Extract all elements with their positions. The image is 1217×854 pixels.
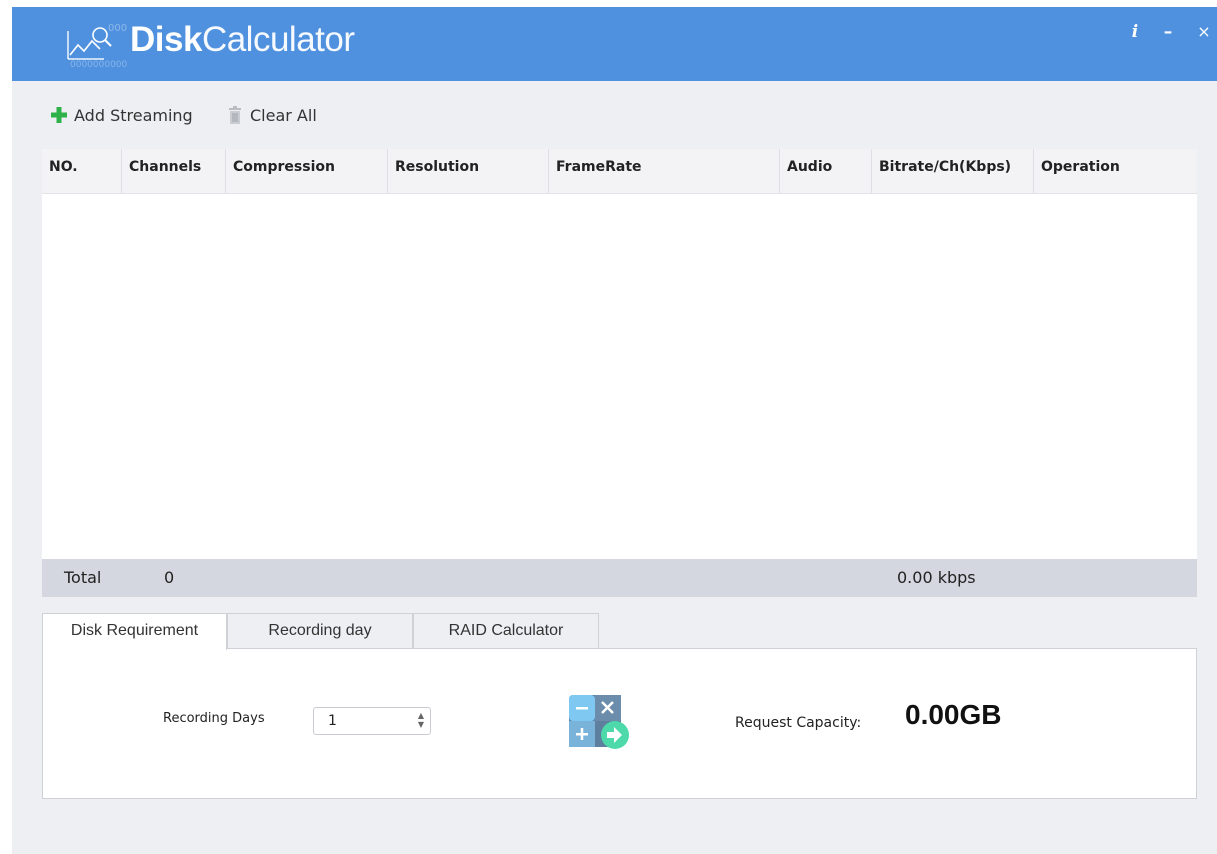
title-bar: 000 0000000000 DiskCalculator i – × <box>12 7 1217 81</box>
table-header: NO. Channels Compression Resolution Fram… <box>42 149 1197 194</box>
svg-text:0000000000: 0000000000 <box>70 60 128 67</box>
spin-down-icon[interactable]: ▼ <box>416 720 426 729</box>
streaming-table: NO. Channels Compression Resolution Fram… <box>42 149 1197 563</box>
add-streaming-label: Add Streaming <box>74 105 193 125</box>
total-label: Total <box>64 568 102 587</box>
total-count: 0 <box>164 568 175 587</box>
spin-arrows[interactable]: ▲ ▼ <box>416 711 426 731</box>
svg-text:000: 000 <box>108 23 127 34</box>
calculate-icon[interactable] <box>569 695 633 751</box>
trash-icon <box>229 106 241 124</box>
column-header-bitrate[interactable]: Bitrate/Ch(Kbps) <box>872 149 1034 193</box>
bottom-tabs: Disk Requirement Recording day RAID Calc… <box>42 613 1197 650</box>
request-capacity-value: 0.00GB <box>905 699 1002 730</box>
add-streaming-button[interactable]: Add Streaming <box>50 103 193 127</box>
clear-all-button[interactable]: Clear All <box>226 103 317 127</box>
clear-all-label: Clear All <box>250 105 317 125</box>
column-header-no[interactable]: NO. <box>42 149 122 193</box>
spin-up-icon[interactable]: ▲ <box>416 711 426 720</box>
column-header-framerate[interactable]: FrameRate <box>549 149 780 193</box>
column-header-operation[interactable]: Operation <box>1034 149 1197 193</box>
column-header-audio[interactable]: Audio <box>780 149 872 193</box>
app-logo-icon: 000 0000000000 <box>67 23 128 67</box>
column-header-channels[interactable]: Channels <box>122 149 226 193</box>
recording-days-label: Recording Days <box>163 711 265 726</box>
request-capacity-label: Request Capacity: <box>735 715 862 731</box>
info-button[interactable]: i <box>1124 21 1146 43</box>
column-header-compression[interactable]: Compression <box>226 149 388 193</box>
close-button[interactable]: × <box>1193 21 1215 43</box>
recording-days-value[interactable]: 1 <box>328 708 337 735</box>
app-title-light: Calculator <box>201 20 355 59</box>
table-body <box>42 194 1197 563</box>
plus-icon <box>51 107 67 123</box>
recording-days-spinbox[interactable]: 1 ▲ ▼ <box>313 707 431 735</box>
app-title: DiskCalculator <box>130 18 355 62</box>
total-row: Total 0 0.00 kbps <box>42 559 1197 597</box>
tab-disk-requirement[interactable]: Disk Requirement <box>42 613 227 650</box>
tab-recording-day[interactable]: Recording day <box>227 613 413 649</box>
tab-raid-calculator[interactable]: RAID Calculator <box>413 613 599 649</box>
total-bitrate: 0.00 kbps <box>897 568 976 587</box>
minimize-button[interactable]: – <box>1157 21 1179 43</box>
disk-calculator-window: 000 0000000000 DiskCalculator i – × Add … <box>12 7 1217 854</box>
column-header-resolution[interactable]: Resolution <box>388 149 549 193</box>
disk-requirement-panel: Recording Days 1 ▲ ▼ Request Capacity: 0… <box>42 648 1197 799</box>
app-title-bold: Disk <box>130 20 202 59</box>
